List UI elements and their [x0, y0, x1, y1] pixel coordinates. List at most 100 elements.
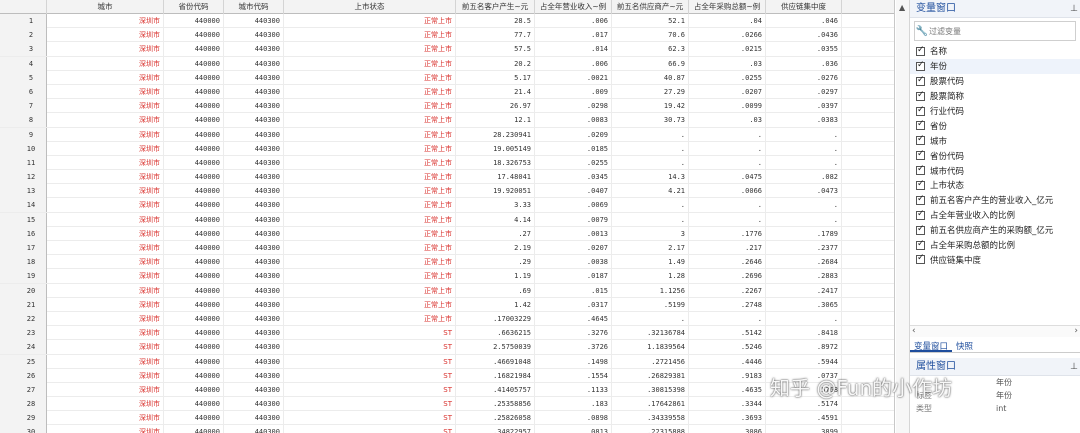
table-cell[interactable]: 深圳市	[47, 113, 164, 128]
table-cell[interactable]: .17003229	[456, 311, 535, 326]
table-cell[interactable]: 深圳市	[47, 14, 164, 28]
table-cell[interactable]: 深圳市	[47, 397, 164, 412]
table-cell[interactable]: 440000	[164, 297, 224, 312]
column-header-9[interactable]: 供应链集中度	[766, 0, 842, 14]
table-cell[interactable]: 440300	[224, 14, 284, 28]
table-cell[interactable]: .34339558	[612, 411, 689, 426]
table-cell[interactable]: 57.5	[456, 42, 535, 57]
checkbox-checked-icon[interactable]	[916, 75, 925, 86]
table-cell[interactable]: .5142	[689, 326, 766, 341]
table-cell[interactable]: 2.17	[612, 241, 689, 255]
table-cell[interactable]: 440000	[164, 198, 224, 213]
table-cell[interactable]: .0079	[535, 212, 612, 227]
table-cell[interactable]: .	[766, 155, 842, 170]
table-cell[interactable]: ST	[284, 340, 456, 355]
row-number[interactable]: 7	[0, 99, 47, 114]
table-cell[interactable]: 440300	[224, 155, 284, 170]
table-cell[interactable]: 440000	[164, 99, 224, 114]
filter-box[interactable]: 🔧	[914, 21, 1076, 41]
table-cell[interactable]: .014	[535, 42, 612, 57]
table-cell[interactable]: 深圳市	[47, 411, 164, 426]
table-cell[interactable]: .	[766, 311, 842, 326]
table-cell[interactable]: .25358856	[456, 397, 535, 412]
table-cell[interactable]: 4.14	[456, 212, 535, 227]
table-cell[interactable]: .0207	[535, 241, 612, 255]
table-cell[interactable]: ST	[284, 368, 456, 383]
table-cell[interactable]: .6636215	[456, 326, 535, 341]
table-cell[interactable]: 深圳市	[47, 340, 164, 355]
table-cell[interactable]: 440000	[164, 113, 224, 128]
table-row[interactable]: 26 深圳市 440000 440300 ST .16821984.1554.268293…	[0, 368, 894, 383]
table-cell[interactable]: .22315888	[612, 425, 689, 433]
table-cell[interactable]: 1.28	[612, 269, 689, 284]
table-cell[interactable]: 深圳市	[47, 368, 164, 383]
table-cell[interactable]: .0298	[535, 99, 612, 114]
row-number[interactable]: 24	[0, 340, 47, 355]
table-cell[interactable]: 深圳市	[47, 70, 164, 85]
table-cell[interactable]: 440000	[164, 340, 224, 355]
table-cell[interactable]: .	[612, 141, 689, 156]
row-number[interactable]: 17	[0, 241, 47, 255]
table-cell[interactable]: .3065	[766, 297, 842, 312]
table-cell[interactable]: 440000	[164, 14, 224, 28]
row-number[interactable]: 12	[0, 170, 47, 185]
checkbox-checked-icon[interactable]	[916, 105, 925, 116]
table-cell[interactable]: 正常上市	[284, 155, 456, 170]
column-header-4[interactable]: 上市状态	[284, 0, 456, 14]
table-cell[interactable]: 1.49	[612, 255, 689, 270]
table-row[interactable]: 2 深圳市 440000 440300 正常上市 77.7.017 70.6.0266.04…	[0, 28, 894, 43]
row-number[interactable]: 18	[0, 255, 47, 270]
table-cell[interactable]: 正常上市	[284, 113, 456, 128]
table-cell[interactable]: .1789	[766, 226, 842, 241]
table-cell[interactable]: 深圳市	[47, 241, 164, 255]
variable-item[interactable]: 城市代码	[910, 163, 1080, 178]
table-cell[interactable]: 440300	[224, 184, 284, 199]
checkbox-checked-icon[interactable]	[916, 119, 925, 131]
table-cell[interactable]: 深圳市	[47, 141, 164, 156]
table-cell[interactable]: 440000	[164, 42, 224, 57]
table-cell[interactable]: 深圳市	[47, 56, 164, 71]
table-cell[interactable]: 440000	[164, 411, 224, 426]
table-cell[interactable]: 77.7	[456, 28, 535, 43]
table-cell[interactable]: 440300	[224, 198, 284, 213]
table-cell[interactable]: .5199	[612, 297, 689, 312]
table-cell[interactable]: .0255	[689, 70, 766, 85]
table-row[interactable]: 13 深圳市 440000 440300 正常上市 19.920051.0407 4.21.…	[0, 184, 894, 199]
table-cell[interactable]: 440300	[224, 84, 284, 99]
row-number[interactable]: 26	[0, 368, 47, 383]
table-cell[interactable]: 5.17	[456, 70, 535, 85]
table-cell[interactable]: .2748	[689, 297, 766, 312]
table-cell[interactable]: 440000	[164, 226, 224, 241]
table-cell[interactable]: .015	[535, 283, 612, 298]
checkbox-checked-icon[interactable]	[916, 209, 925, 220]
table-row[interactable]: 17 深圳市 440000 440300 正常上市 2.19.0207 2.17.217.2…	[0, 241, 894, 256]
table-cell[interactable]: 440300	[224, 127, 284, 142]
table-cell[interactable]: 440300	[224, 269, 284, 284]
table-cell[interactable]: .0185	[535, 141, 612, 156]
table-cell[interactable]: .0383	[766, 113, 842, 128]
table-cell[interactable]: .2883	[766, 269, 842, 284]
table-cell[interactable]: 440300	[224, 311, 284, 326]
table-cell[interactable]: .32136784	[612, 326, 689, 341]
table-cell[interactable]: 正常上市	[284, 198, 456, 213]
table-row[interactable]: 3 深圳市 440000 440300 正常上市 57.5.014 62.3.0215.03…	[0, 42, 894, 57]
table-cell[interactable]: .0276	[766, 70, 842, 85]
table-cell[interactable]: .0069	[535, 198, 612, 213]
table-cell[interactable]: .	[689, 212, 766, 227]
row-number[interactable]: 10	[0, 141, 47, 156]
column-header-1[interactable]: 城市	[47, 0, 164, 14]
table-cell[interactable]: 深圳市	[47, 226, 164, 241]
table-cell[interactable]: 深圳市	[47, 127, 164, 142]
table-cell[interactable]: .0013	[535, 226, 612, 241]
table-cell[interactable]: .0737	[766, 368, 842, 383]
table-row[interactable]: 30 深圳市 440000 440300 ST .34822957.0813.223158…	[0, 425, 894, 433]
table-cell[interactable]: .0898	[535, 411, 612, 426]
table-cell[interactable]: ST	[284, 425, 456, 433]
table-cell[interactable]: 440000	[164, 84, 224, 99]
checkbox-checked-icon[interactable]	[916, 60, 925, 71]
row-number[interactable]: 9	[0, 127, 47, 142]
table-cell[interactable]: 正常上市	[284, 184, 456, 199]
row-number[interactable]: 20	[0, 283, 47, 298]
table-cell[interactable]: 深圳市	[47, 311, 164, 326]
table-cell[interactable]: 440000	[164, 283, 224, 298]
